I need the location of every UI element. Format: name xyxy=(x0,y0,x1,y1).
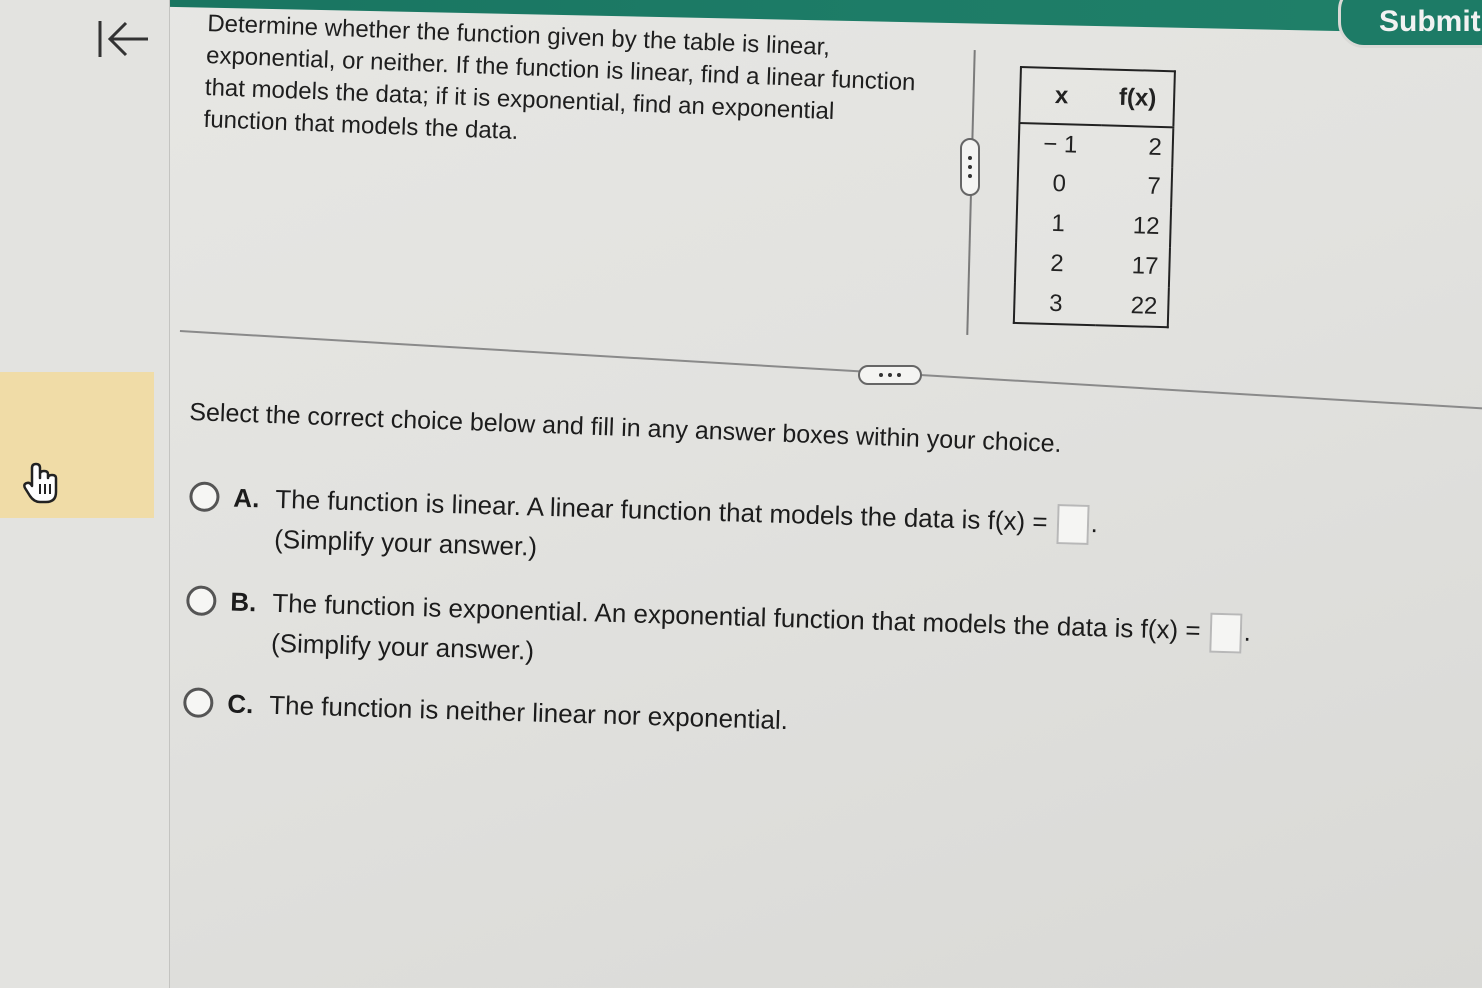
choice-b-note: (Simplify your answer.) xyxy=(270,627,535,666)
table-cell-x: 2 xyxy=(1049,249,1065,278)
table-cell-fx: 12 xyxy=(1132,212,1160,240)
horizontal-divider xyxy=(179,330,1482,411)
choice-letter: A. xyxy=(232,482,260,514)
main-content: Determine whether the function given by … xyxy=(179,0,1482,988)
choice-letter: C. xyxy=(226,688,254,720)
table-row: 2 17 xyxy=(1015,243,1170,287)
table-header-x: x xyxy=(1019,67,1103,126)
choice-b[interactable]: B. The function is exponential. An expon… xyxy=(185,582,1252,690)
answer-box-a[interactable] xyxy=(1056,504,1090,546)
choice-a-note: (Simplify your answer.) xyxy=(273,523,538,562)
expand-panel-handle[interactable] xyxy=(960,138,980,196)
table-header-fx: f(x) xyxy=(1101,69,1175,128)
submit-button[interactable]: Submit xyxy=(1338,0,1482,48)
table-row: 1 12 xyxy=(1016,203,1171,247)
radio-button-c[interactable] xyxy=(182,687,214,719)
table-cell-fx: 2 xyxy=(1148,133,1163,161)
expand-section-handle[interactable] xyxy=(858,365,922,385)
choice-a[interactable]: A. The function is linear. A linear func… xyxy=(188,478,1099,581)
table-cell-fx: 22 xyxy=(1130,291,1158,320)
data-table: x f(x) − 1 2 0 7 1 12 2 17 3 22 xyxy=(1012,66,1176,329)
answer-box-b[interactable] xyxy=(1209,612,1243,654)
radio-button-a[interactable] xyxy=(189,481,220,513)
table-cell-x: 1 xyxy=(1051,209,1066,238)
answer-choices: A. The function is linear. A linear func… xyxy=(180,478,1339,735)
collapse-left-arrow-icon[interactable] xyxy=(94,14,154,64)
choice-c[interactable]: C. The function is neither linear nor ex… xyxy=(182,684,789,738)
table-cell-x: 3 xyxy=(1048,289,1063,317)
table-cell-x: − 1 xyxy=(1042,130,1078,159)
choice-letter: B. xyxy=(229,586,257,618)
hand-pointer-icon xyxy=(22,460,62,506)
table-row: 3 22 xyxy=(1014,283,1169,327)
instruction-text: Select the correct choice below and fill… xyxy=(188,397,1063,458)
radio-button-b[interactable] xyxy=(185,585,217,617)
table-cell-fx: 7 xyxy=(1146,172,1162,200)
question-text: Determine whether the function given by … xyxy=(203,9,916,145)
table-row: 0 7 xyxy=(1017,163,1172,207)
left-sidebar xyxy=(0,0,170,988)
choice-c-text: The function is neither linear nor expon… xyxy=(268,689,789,736)
table-cell-x: 0 xyxy=(1052,169,1067,198)
table-row: − 1 2 xyxy=(1018,123,1173,167)
table-cell-fx: 17 xyxy=(1131,252,1159,280)
